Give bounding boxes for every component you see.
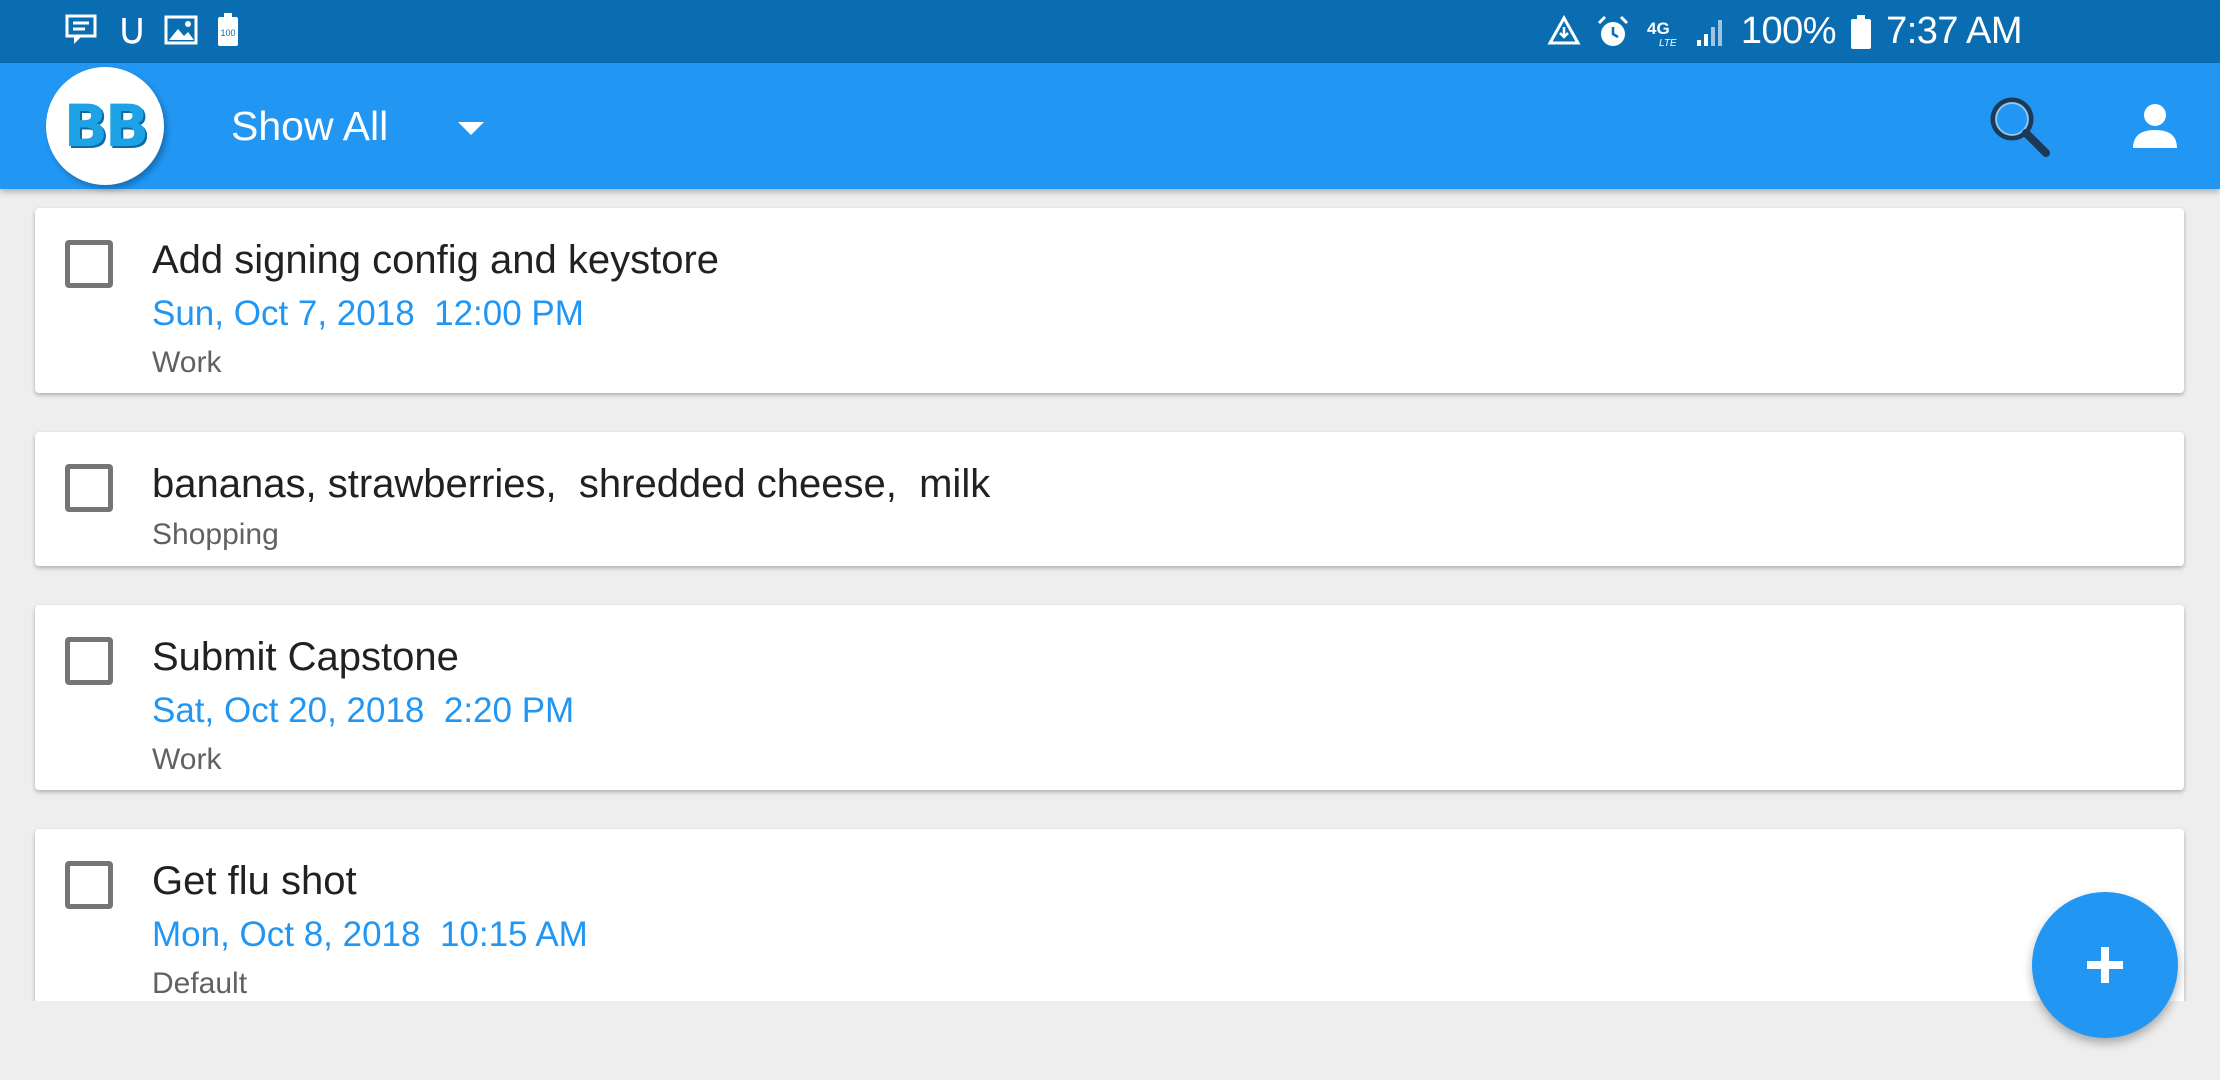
image-icon: [164, 14, 198, 46]
alarm-icon: [1595, 14, 1631, 50]
task-date: Mon, Oct 8, 2018: [152, 915, 421, 954]
search-button[interactable]: [1984, 93, 2054, 163]
dropdown-arrow-icon: [458, 121, 485, 135]
system-status: 4G LTE 100% 7:37 AM: [1547, 0, 2022, 63]
plus-icon: [2087, 947, 2123, 983]
task-time: 12:00 PM: [434, 294, 584, 333]
svg-text:100: 100: [220, 28, 235, 38]
task-card[interactable]: Get flu shot Mon, Oct 8, 2018 10:15 AM D…: [35, 829, 2184, 1001]
task-card[interactable]: Add signing config and keystore Sun, Oct…: [35, 208, 2184, 393]
task-title: Add signing config and keystore: [152, 238, 720, 282]
network-type-label: 4G: [1647, 19, 1670, 38]
battery-percent: 100%: [1740, 10, 1837, 52]
data-saver-icon: [1547, 14, 1581, 49]
message-notification-icon: [64, 12, 100, 48]
task-due: Mon, Oct 8, 2018 10:15 AM: [152, 915, 588, 955]
app-logo-text: BB: [63, 92, 149, 160]
task-time: 2:20 PM: [443, 691, 575, 730]
task-title: bananas, strawberries, shredded cheese, …: [152, 462, 991, 506]
4g-lte-icon: 4G LTE: [1645, 14, 1681, 50]
task-checkbox[interactable]: [65, 637, 113, 685]
search-icon: [1986, 93, 2052, 164]
task-category: Shopping: [152, 518, 279, 551]
notification-icons: 100: [64, 12, 240, 48]
task-due: Sun, Oct 7, 2018 12:00 PM: [152, 294, 584, 334]
filter-label: Show All: [231, 102, 389, 149]
task-card[interactable]: bananas, strawberries, shredded cheese, …: [35, 432, 2184, 566]
svg-text:LTE: LTE: [1659, 38, 1677, 49]
task-title: Submit Capstone: [152, 635, 459, 679]
signal-icon: [1695, 16, 1727, 48]
battery-saver-icon: 100: [216, 12, 240, 48]
task-category: Default: [152, 967, 248, 1000]
task-checkbox[interactable]: [65, 861, 113, 909]
task-date: Sun, Oct 7, 2018: [152, 294, 415, 333]
task-due: Sat, Oct 20, 2018 2:20 PM: [152, 691, 574, 731]
udemy-icon: [118, 14, 146, 46]
task-date: Sat, Oct 20, 2018: [152, 691, 425, 730]
battery-icon: [1850, 14, 1872, 50]
account-button[interactable]: [2120, 93, 2190, 163]
status-bar: 100 4G LTE 100% 7:37 AM: [0, 0, 2220, 63]
task-checkbox[interactable]: [65, 240, 113, 288]
task-category: Work: [152, 743, 222, 776]
account-icon: [2129, 100, 2181, 157]
clock: 7:37 AM: [1886, 10, 2022, 52]
task-category: Work: [152, 346, 222, 379]
add-task-button[interactable]: [2032, 892, 2178, 1038]
task-checkbox[interactable]: [65, 464, 113, 512]
app-bar: BB Show All: [0, 63, 2220, 189]
task-card[interactable]: Submit Capstone Sat, Oct 20, 2018 2:20 P…: [35, 605, 2184, 790]
task-title: Get flu shot: [152, 859, 357, 903]
app-logo[interactable]: BB: [46, 67, 164, 185]
filter-dropdown[interactable]: Show All: [231, 63, 485, 189]
task-time: 10:15 AM: [439, 915, 588, 954]
task-list[interactable]: Add signing config and keystore Sun, Oct…: [0, 189, 2220, 1001]
